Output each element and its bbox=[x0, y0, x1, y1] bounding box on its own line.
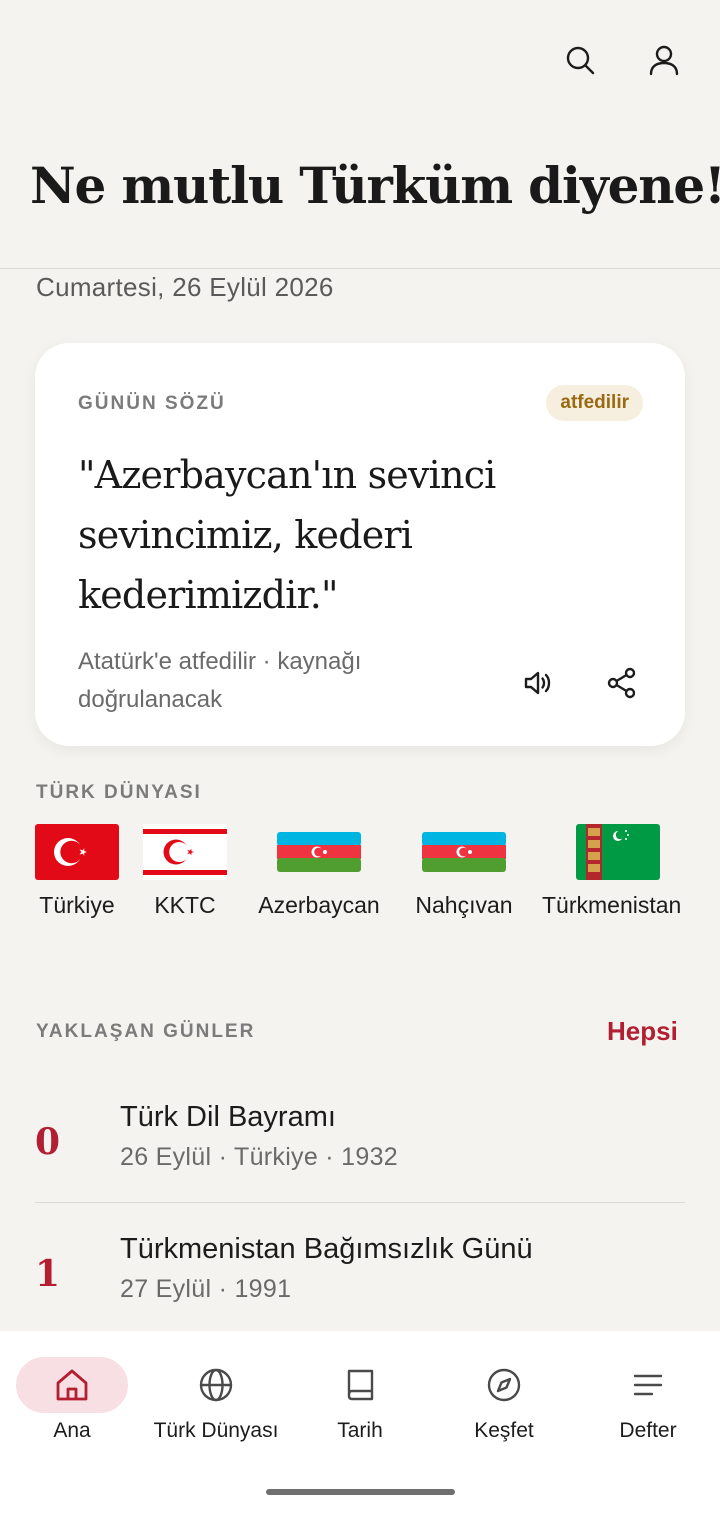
gesture-handle bbox=[266, 1489, 455, 1495]
country-name: Türkmenistan bbox=[542, 892, 682, 918]
event-number: 1 bbox=[35, 1253, 61, 1295]
event-title: Türk Dil Bayramı bbox=[120, 1101, 336, 1133]
quote-attribution: Atatürk'e atfedilir · kaynağı doğrulanac… bbox=[78, 648, 362, 713]
account-icon[interactable] bbox=[642, 38, 686, 82]
trnc-flag-icon bbox=[143, 824, 227, 880]
turk-world-section-label: TÜRK DÜNYASI bbox=[36, 782, 202, 803]
nav-label: Defter bbox=[619, 1419, 677, 1442]
turkmenistan-flag-icon bbox=[576, 824, 660, 880]
event-subtitle: 27 Eylül · 1991 bbox=[120, 1275, 292, 1303]
book-icon bbox=[340, 1365, 380, 1405]
country-azerbaycan[interactable]: Azerbaycan bbox=[251, 824, 387, 919]
attribution-badge: atfedilir bbox=[546, 385, 643, 421]
header-divider bbox=[0, 268, 720, 269]
page-title: Ne mutlu Türküm diyene! bbox=[30, 156, 720, 215]
nav-item-ana[interactable]: Ana bbox=[0, 1331, 144, 1451]
upcoming-days-section-label: YAKLAŞAN GÜNLER bbox=[36, 1021, 256, 1042]
nav-label: Türk Dünyası bbox=[153, 1419, 279, 1442]
search-icon[interactable] bbox=[558, 38, 602, 82]
nav-item-tarih[interactable]: Tarih bbox=[288, 1331, 432, 1451]
speaker-icon[interactable] bbox=[516, 661, 560, 705]
country-name: KKTC bbox=[154, 892, 216, 918]
globe-icon bbox=[196, 1365, 236, 1405]
upcoming-event-row[interactable]: 0 Türk Dil Bayramı 26 Eylül · Türkiye · … bbox=[35, 1093, 685, 1203]
nav-item-turk-dunyasi[interactable]: Türk Dünyası bbox=[144, 1331, 288, 1451]
nav-item-defter[interactable]: Defter bbox=[576, 1331, 720, 1451]
country-turkiye[interactable]: Türkiye bbox=[35, 824, 119, 919]
bottom-navigation: Ana Türk Dünyası Tarih Keşfet Defter bbox=[0, 1331, 720, 1513]
see-all-link[interactable]: Hepsi bbox=[607, 1016, 678, 1047]
current-date: Cumartesi, 26 Eylül 2026 bbox=[36, 272, 334, 302]
quote-of-the-day-card[interactable]: GÜNÜN SÖZÜ atfedilir "Azerbaycan'ın sevi… bbox=[35, 343, 685, 746]
country-kktc[interactable]: KKTC bbox=[143, 824, 227, 919]
event-subtitle: 26 Eylül · Türkiye · 1932 bbox=[120, 1143, 398, 1171]
nav-item-kesfet[interactable]: Keşfet bbox=[432, 1331, 576, 1451]
upcoming-event-row[interactable]: 1 Türkmenistan Bağımsızlık Günü 27 Eylül… bbox=[35, 1225, 685, 1335]
country-turkmenistan[interactable]: Türkmenistan bbox=[542, 824, 702, 919]
top-app-bar bbox=[0, 0, 720, 120]
nakhchivan-flag-icon bbox=[422, 832, 506, 872]
quote-text: "Azerbaycan'ın sevinci sevincimiz, keder… bbox=[78, 453, 496, 617]
nav-label: Tarih bbox=[337, 1419, 383, 1442]
compass-icon bbox=[484, 1365, 524, 1405]
country-name: Türkiye bbox=[39, 892, 115, 918]
nav-label: Ana bbox=[53, 1419, 91, 1442]
event-title: Türkmenistan Bağımsızlık Günü bbox=[120, 1233, 533, 1265]
country-name: Nahçıvan bbox=[415, 892, 513, 918]
event-number: 0 bbox=[35, 1121, 61, 1163]
nav-label: Keşfet bbox=[474, 1419, 534, 1442]
azerbaijan-flag-icon bbox=[277, 832, 361, 872]
notes-icon bbox=[628, 1365, 668, 1405]
turkey-flag-icon bbox=[35, 824, 119, 880]
turk-world-carousel[interactable]: Türkiye KKTC Azerbaycan Nahçıvan Türkmen… bbox=[0, 824, 720, 924]
home-icon bbox=[52, 1365, 92, 1405]
quote-card-label: GÜNÜN SÖZÜ bbox=[78, 393, 226, 414]
share-icon[interactable] bbox=[600, 661, 644, 705]
country-name: Azerbaycan bbox=[258, 892, 380, 918]
country-nahcivan[interactable]: Nahçıvan bbox=[410, 824, 518, 919]
